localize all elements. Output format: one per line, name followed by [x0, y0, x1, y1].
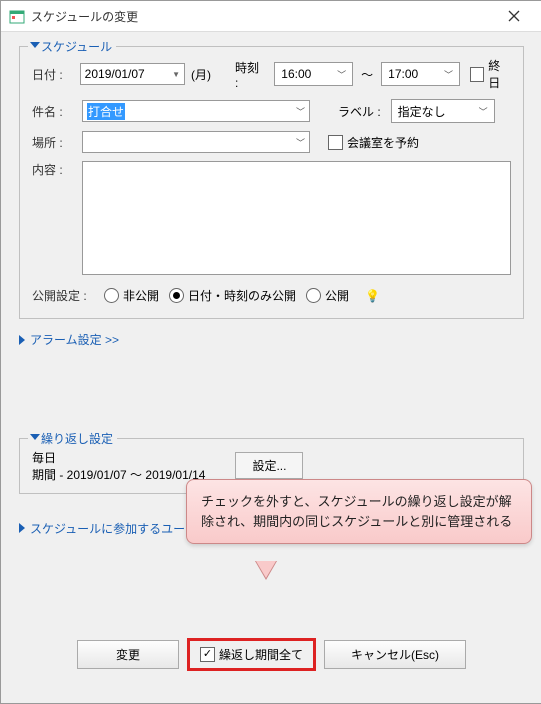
app-icon: [9, 8, 25, 24]
visibility-radio-group: 非公開 日付・時刻のみ公開 公開 💡: [104, 287, 380, 304]
repeat-settings-button[interactable]: 設定...: [235, 452, 303, 479]
visibility-dateonly[interactable]: 日付・時刻のみ公開: [169, 287, 296, 304]
change-button[interactable]: 変更: [77, 640, 179, 669]
lightbulb-icon[interactable]: 💡: [365, 289, 380, 303]
radio-icon: [169, 288, 184, 303]
subject-label: 件名 :: [32, 103, 82, 120]
tag-label: ラベル :: [338, 103, 381, 120]
allday-checkbox[interactable]: [470, 67, 484, 82]
dialog-content: スケジュール 日付 : 2019/01/07▼ (月) 時刻 : 16:00﹀ …: [1, 32, 541, 703]
place-label: 場所 :: [32, 134, 82, 151]
dialog-window: スケジュールの変更 スケジュール 日付 : 2019/01/07▼ (月) 時刻…: [0, 0, 541, 704]
reserve-room-checkbox[interactable]: [328, 135, 343, 150]
repeat-legend: 繰り返し設定: [28, 430, 117, 447]
schedule-legend: スケジュール: [28, 38, 116, 55]
date-row: 日付 : 2019/01/07▼ (月) 時刻 : 16:00﹀ ～ 17:00…: [32, 57, 511, 91]
window-title: スケジュールの変更: [31, 8, 494, 25]
triangle-right-icon: [19, 523, 25, 533]
repeat-summary: 毎日 期間 - 2019/01/07 ～ 2019/01/14: [32, 449, 205, 483]
content-label: 内容 :: [32, 161, 82, 178]
place-input[interactable]: ﹀: [82, 131, 310, 153]
day-of-week: (月): [191, 66, 211, 83]
triangle-right-icon: [19, 335, 25, 345]
allday-wrap: 終日: [470, 57, 511, 91]
tag-select[interactable]: 指定なし﹀: [391, 99, 495, 123]
titlebar: スケジュールの変更: [1, 1, 541, 32]
visibility-label: 公開設定 :: [32, 287, 104, 304]
reserve-room-wrap: 会議室を予約: [328, 134, 419, 151]
time-start-select[interactable]: 16:00﹀: [274, 62, 353, 86]
radio-icon: [306, 288, 321, 303]
repeat-all-highlight: 繰返し期間全て: [187, 638, 316, 671]
place-row: 場所 : ﹀ 会議室を予約: [32, 131, 511, 153]
time-label: 時刻 :: [235, 59, 264, 90]
content-row: 内容 :: [32, 161, 511, 275]
visibility-public[interactable]: 公開: [306, 287, 349, 304]
content-textarea[interactable]: [82, 161, 511, 275]
repeat-all-label: 繰返し期間全て: [219, 646, 303, 663]
time-end-select[interactable]: 17:00﹀: [381, 62, 460, 86]
annotation-callout: チェックを外すと、スケジュールの繰り返し設定が解除され、期間内の同じスケジュール…: [186, 479, 532, 544]
alarm-settings-link[interactable]: アラーム設定 >>: [19, 331, 524, 348]
radio-icon: [104, 288, 119, 303]
subject-row: 件名 : 打合せ ﹀ ラベル : 指定なし﹀: [32, 99, 511, 123]
cancel-button[interactable]: キャンセル(Esc): [324, 640, 466, 669]
repeat-period: 期間 - 2019/01/07 ～ 2019/01/14: [32, 466, 205, 483]
reserve-room-label: 会議室を予約: [347, 134, 419, 151]
visibility-row: 公開設定 : 非公開 日付・時刻のみ公開 公開 💡: [32, 287, 511, 304]
visibility-private[interactable]: 非公開: [104, 287, 159, 304]
repeat-all-checkbox[interactable]: [200, 647, 215, 662]
repeat-pattern: 毎日: [32, 449, 205, 466]
allday-label: 終日: [488, 57, 511, 91]
date-input[interactable]: 2019/01/07▼: [80, 63, 185, 85]
close-button[interactable]: [494, 2, 534, 30]
time-separator: ～: [361, 66, 373, 83]
dialog-footer: 変更 繰返し期間全て キャンセル(Esc): [19, 622, 524, 693]
schedule-fieldset: スケジュール 日付 : 2019/01/07▼ (月) 時刻 : 16:00﹀ …: [19, 46, 524, 319]
date-label: 日付 :: [32, 66, 80, 83]
subject-input[interactable]: 打合せ ﹀: [82, 100, 310, 122]
